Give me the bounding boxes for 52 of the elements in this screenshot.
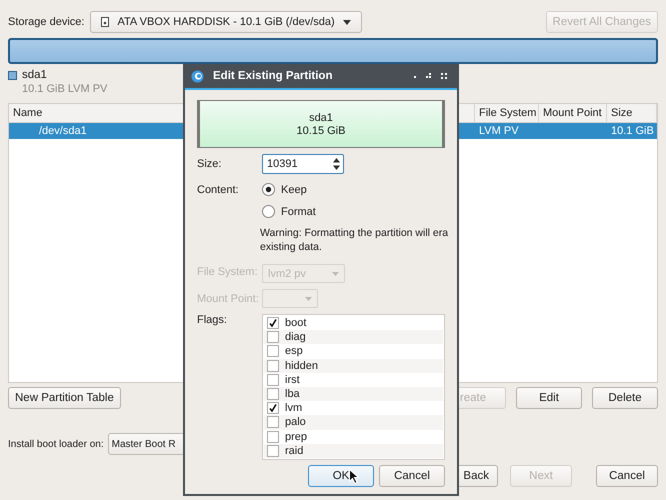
action-button[interactable]: Edit xyxy=(516,387,582,409)
boot-loader-label: Install boot loader on: xyxy=(8,438,104,450)
app-icon xyxy=(191,70,204,82)
dialog-title: Edit Existing Partition xyxy=(213,70,332,82)
content-label: Content: xyxy=(197,184,239,196)
caret-icon xyxy=(342,20,351,24)
nav-button[interactable]: Cancel xyxy=(596,465,658,487)
partition-preview[interactable]: sda1 10.15 GiB xyxy=(197,100,445,148)
flag-item[interactable]: lvm xyxy=(264,401,443,416)
storage-device-dropdown[interactable]: ATA VBOX HARDDISK - 10.1 GiB (/dev/sda) xyxy=(90,11,362,33)
flag-item[interactable]: hidden xyxy=(264,358,443,373)
size-label: Size: xyxy=(197,158,222,170)
mount-point-label: Mount Point: xyxy=(197,292,260,304)
radio-option[interactable]: Keep xyxy=(262,183,307,196)
flag-item[interactable]: prep xyxy=(264,430,443,444)
table-cell: /dev/sda1 xyxy=(39,125,87,137)
caret-icon xyxy=(305,296,312,300)
flag-item[interactable]: irst xyxy=(264,372,443,387)
partition-name: sda1 xyxy=(22,69,47,81)
dialog-button[interactable]: OK xyxy=(308,464,374,487)
column-header[interactable]: Size xyxy=(607,104,657,123)
file-system-label: File System: xyxy=(197,266,259,278)
size-spinbox[interactable]: 10391 xyxy=(262,154,344,174)
radio-option[interactable]: Format xyxy=(262,205,316,218)
close-icon[interactable] xyxy=(441,73,447,79)
table-cell-text: 10.1 GiB xyxy=(610,125,655,137)
column-header[interactable]: File System xyxy=(475,104,539,123)
flag-item[interactable]: esp xyxy=(264,344,443,359)
warning-text: existing data. xyxy=(260,240,322,254)
flag-item[interactable]: diag xyxy=(264,330,443,344)
warning-text: Warning: Formatting the partition will era xyxy=(260,226,448,240)
flag-item[interactable]: raid xyxy=(264,444,443,458)
dialog-button[interactable]: Cancel xyxy=(379,464,445,487)
spin-arrows-icon xyxy=(333,157,340,171)
maximize-icon[interactable] xyxy=(426,73,432,79)
caret-icon xyxy=(332,272,339,276)
flag-item[interactable]: lba xyxy=(264,386,443,402)
partition-bar[interactable] xyxy=(8,38,658,64)
flags-label: Flags: xyxy=(197,314,228,326)
flag-item[interactable]: palo xyxy=(264,415,443,430)
new-partition-table-button[interactable]: New Partition Table xyxy=(8,387,121,409)
flag-item[interactable]: boot xyxy=(264,316,443,330)
minimize-icon[interactable] xyxy=(414,74,417,78)
action-button[interactable]: Delete xyxy=(592,387,658,409)
mouse-cursor-icon xyxy=(349,469,359,484)
storage-device-label: Storage device: xyxy=(8,16,84,28)
partition-color-icon xyxy=(8,70,17,80)
preview-size: 10.15 GiB xyxy=(296,124,346,136)
column-header[interactable]: Mount Point xyxy=(539,104,607,123)
partition-details: 10.1 GiB LVM PV xyxy=(22,83,108,95)
table-cell-text: LVM PV xyxy=(478,125,520,137)
preview-name: sda1 xyxy=(309,112,333,124)
